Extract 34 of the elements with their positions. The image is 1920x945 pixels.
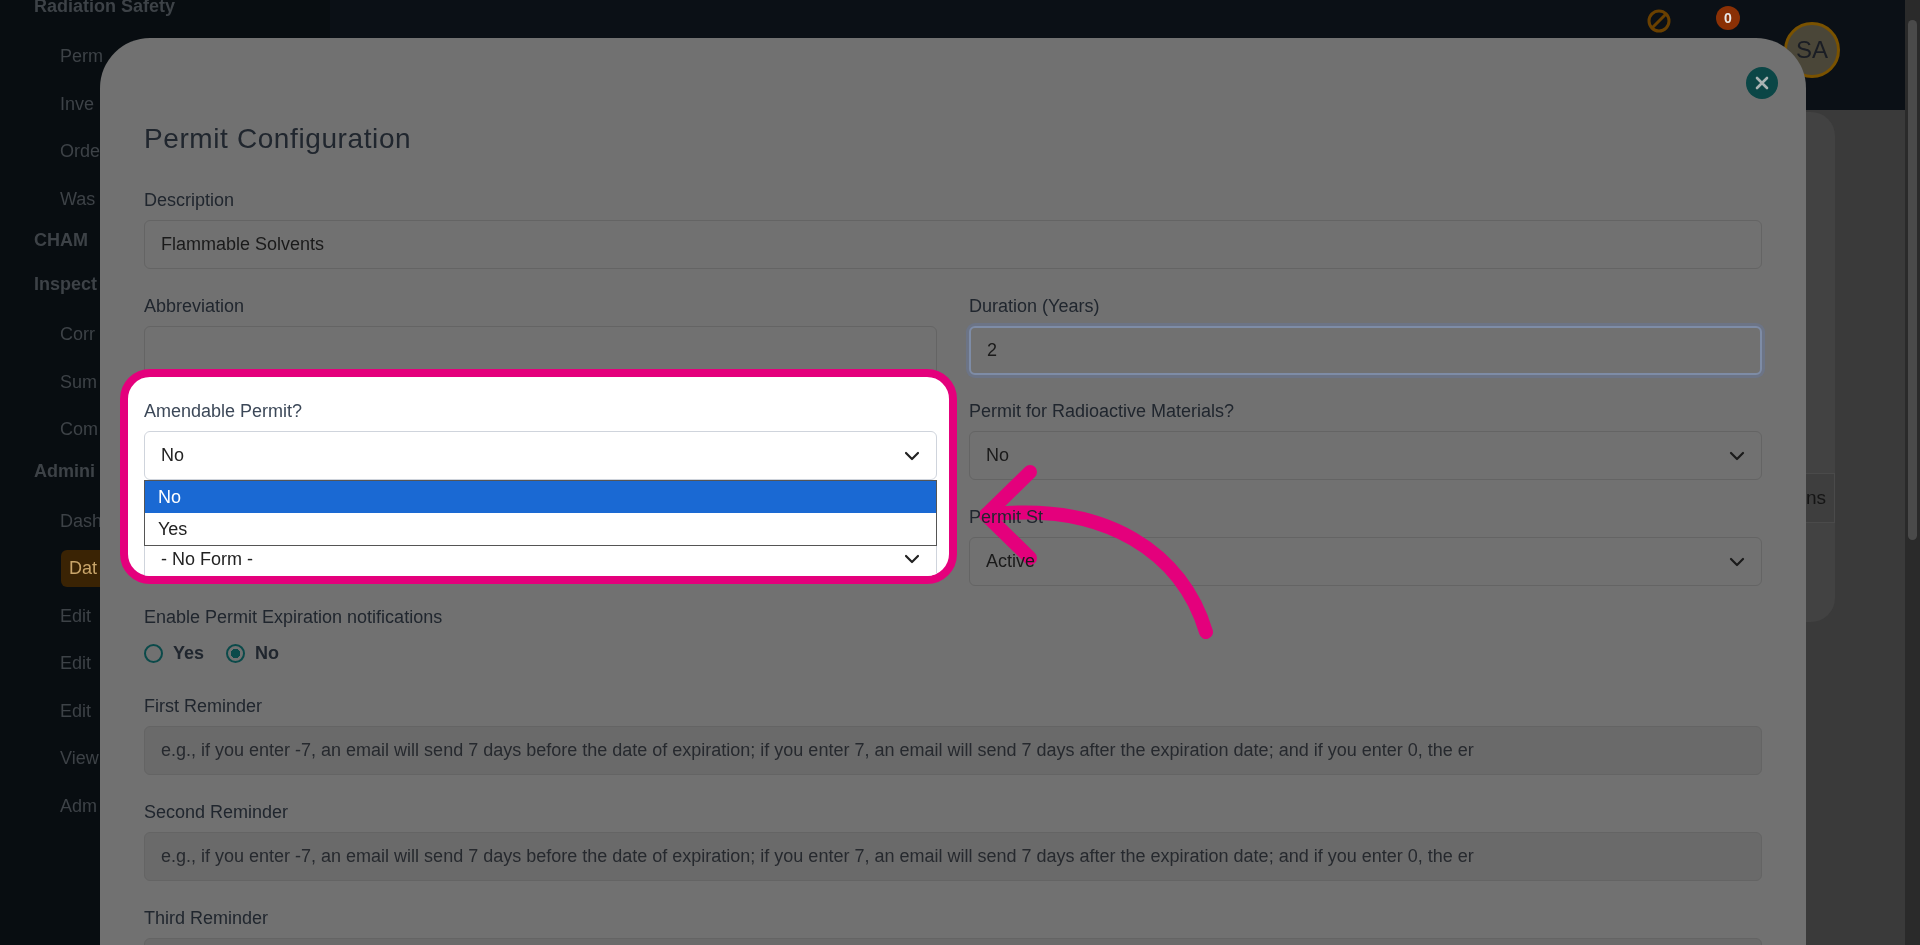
- radio-label: Yes: [173, 643, 205, 664]
- input-field[interactable]: 2: [969, 326, 1762, 375]
- close-button[interactable]: [1746, 67, 1778, 99]
- chevron-down-icon: [904, 554, 920, 564]
- field-label: Permit for Radioactive Materials?: [969, 400, 1236, 423]
- field-label: Description: [144, 189, 236, 212]
- input-field[interactable]: e.g., if you enter -7, an email will send 7 days before the date of expiration; if you enter 7, an email will send 7 days after the expiration date; and if you enter 0, the er: [144, 832, 1762, 881]
- field-label: Second Reminder: [144, 801, 290, 824]
- select-value: Active: [986, 551, 1036, 572]
- chevron-down-icon: [1729, 556, 1745, 567]
- ban-icon[interactable]: [1646, 8, 1672, 34]
- dropdown-option[interactable]: No: [145, 481, 936, 513]
- field-label: Enable Permit Expiration notifications: [144, 606, 444, 629]
- select-field[interactable]: No: [969, 431, 1762, 480]
- radio-option[interactable]: No: [226, 643, 280, 664]
- radio-label: No: [255, 643, 280, 664]
- dropdown-option[interactable]: Yes: [145, 513, 936, 545]
- scrollbar[interactable]: [1905, 0, 1920, 945]
- field-label: First Reminder: [144, 695, 264, 718]
- field-label: Amendable Permit?: [144, 400, 304, 423]
- notification-count-badge: 0: [1716, 6, 1740, 30]
- chevron-down-icon: [904, 450, 920, 461]
- input-field[interactable]: e.g., if you enter -7, an email will send 7 days before the date of expiration; if you enter 7, an email will send 7 days after the expiration date; and if you enter 0, the er: [144, 726, 1762, 775]
- select-field[interactable]: No: [144, 431, 937, 480]
- close-icon: [1755, 76, 1769, 90]
- field-label: Duration (Years): [969, 295, 1101, 318]
- radio-option[interactable]: Yes: [144, 643, 205, 664]
- modal-title: Permit Configuration: [144, 122, 413, 156]
- field-label: Third Reminder: [144, 907, 270, 930]
- input-field[interactable]: Flammable Solvents: [144, 220, 1762, 269]
- sidebar-item[interactable]: Dat: [61, 550, 101, 587]
- chevron-down-icon: [1729, 450, 1745, 461]
- select-field[interactable]: Active: [969, 537, 1762, 586]
- field-label: Abbreviation: [144, 295, 246, 318]
